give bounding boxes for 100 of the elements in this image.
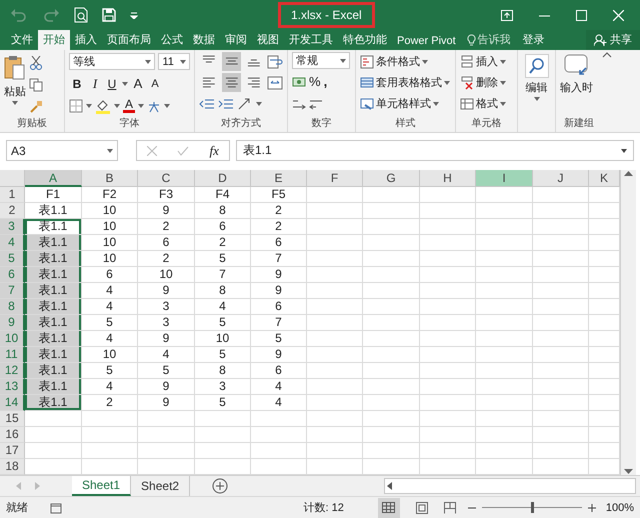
caret-icon[interactable] xyxy=(145,60,152,64)
column-header[interactable]: C xyxy=(138,170,195,187)
formula-input[interactable]: 表1.1 xyxy=(236,140,634,161)
share-button[interactable]: 共享 xyxy=(586,30,640,50)
column-header[interactable]: E xyxy=(251,170,307,187)
caret-icon[interactable] xyxy=(621,148,627,152)
style-menu-button[interactable]: 条件格式 xyxy=(376,54,420,69)
tell-me-field[interactable]: 告诉我 xyxy=(478,32,511,47)
column-header[interactable]: I xyxy=(476,170,533,187)
zoom-level[interactable]: 100% xyxy=(606,502,634,514)
row-header[interactable]: 15 xyxy=(0,411,25,427)
cells-menu-button[interactable]: 插入 xyxy=(476,54,498,69)
row-header[interactable]: 14 xyxy=(0,395,25,411)
page-layout-view-icon[interactable] xyxy=(416,502,428,514)
sign-in-link[interactable]: 登录 xyxy=(516,32,551,50)
style-icon[interactable] xyxy=(360,54,374,68)
bold-button[interactable]: B xyxy=(69,76,85,90)
cells-icon[interactable] xyxy=(460,96,474,110)
ribbon-tab[interactable]: 公式 xyxy=(156,30,188,50)
font-color-button[interactable]: A xyxy=(123,98,135,112)
ribbon-tab[interactable]: 审阅 xyxy=(220,30,252,50)
column-header[interactable]: B xyxy=(82,170,138,187)
caret-icon[interactable] xyxy=(12,101,18,105)
accounting-icon[interactable] xyxy=(292,74,306,88)
caret-icon[interactable] xyxy=(500,80,506,84)
page-break-view-icon[interactable] xyxy=(444,502,456,514)
row-header[interactable]: 13 xyxy=(0,379,25,395)
add-sheet-icon[interactable] xyxy=(212,478,228,494)
editing-button[interactable]: 编辑 xyxy=(522,52,551,101)
collapse-ribbon-icon[interactable] xyxy=(602,50,612,58)
fill-color-icon[interactable] xyxy=(95,98,111,114)
normal-view-button[interactable] xyxy=(378,498,400,518)
comma-button[interactable]: , xyxy=(324,74,332,89)
customize-icon[interactable] xyxy=(130,11,138,19)
column-header[interactable]: H xyxy=(420,170,476,187)
font-name-field[interactable]: 等线 xyxy=(69,53,156,70)
caret-icon[interactable] xyxy=(114,104,120,108)
style-icon[interactable] xyxy=(360,76,374,90)
row-header[interactable]: 1 xyxy=(0,187,25,203)
caret-icon[interactable] xyxy=(444,80,450,84)
ribbon-tab[interactable]: 视图 xyxy=(252,30,284,50)
row-header[interactable]: 12 xyxy=(0,363,25,379)
close-icon[interactable] xyxy=(613,10,624,20)
cells-icon[interactable] xyxy=(460,54,474,68)
font-size-field[interactable]: 11 xyxy=(158,53,190,70)
borders-icon[interactable] xyxy=(69,98,83,112)
percent-button[interactable]: % xyxy=(309,74,321,89)
cells-icon[interactable] xyxy=(460,76,474,90)
caret-icon[interactable] xyxy=(433,102,439,106)
italic-button[interactable]: I xyxy=(88,76,102,92)
column-header[interactable]: J xyxy=(533,170,589,187)
caret-icon[interactable] xyxy=(107,148,113,152)
row-header[interactable]: 18 xyxy=(0,459,25,475)
caret-icon[interactable] xyxy=(164,104,170,108)
caret-icon[interactable] xyxy=(86,104,92,108)
ribbon-tab[interactable]: 数据 xyxy=(188,30,220,50)
style-menu-button[interactable]: 套用表格格式 xyxy=(376,75,442,90)
maximize-icon[interactable] xyxy=(576,10,587,20)
name-box[interactable]: A3 xyxy=(6,140,118,161)
row-header[interactable]: 5 xyxy=(0,251,25,267)
ribbon-display-icon[interactable] xyxy=(501,10,513,20)
row-header[interactable]: 11 xyxy=(0,347,25,363)
macro-record-icon[interactable] xyxy=(50,502,62,514)
column-header[interactable]: A xyxy=(25,170,82,187)
ribbon-tab[interactable]: Power Pivot xyxy=(392,33,461,50)
row-header[interactable]: 7 xyxy=(0,283,25,299)
merge-icon[interactable] xyxy=(267,76,284,90)
ribbon-tab[interactable]: 文件 xyxy=(6,30,38,50)
ribbon-tab[interactable]: 插入 xyxy=(70,30,102,50)
zoom-in-icon[interactable] xyxy=(588,504,596,512)
horizontal-scrollbar[interactable] xyxy=(384,478,636,494)
print-preview-icon[interactable] xyxy=(74,7,88,23)
caret-icon[interactable] xyxy=(500,102,506,106)
row-header[interactable]: 3 xyxy=(0,219,25,235)
scroll-up-icon[interactable] xyxy=(624,170,633,176)
insert-function-button[interactable]: fx xyxy=(210,142,219,158)
copy-icon[interactable] xyxy=(29,78,43,92)
format-painter-icon[interactable] xyxy=(29,100,43,114)
row-header[interactable]: 2 xyxy=(0,203,25,219)
paste-button[interactable]: 粘贴 xyxy=(4,52,26,116)
cells-menu-button[interactable]: 删除 xyxy=(476,75,498,90)
align-icon[interactable] xyxy=(222,73,242,92)
column-header[interactable]: G xyxy=(363,170,420,187)
input-button[interactable]: 输入时 xyxy=(560,52,593,116)
lightbulb-icon[interactable] xyxy=(466,34,476,46)
row-header[interactable]: 4 xyxy=(0,235,25,251)
caret-icon[interactable] xyxy=(340,58,346,62)
zoom-slider-thumb[interactable] xyxy=(530,502,534,513)
row-header[interactable]: 9 xyxy=(0,315,25,331)
caret-icon[interactable] xyxy=(534,97,540,101)
cut-icon[interactable] xyxy=(29,56,43,70)
align-icon[interactable] xyxy=(222,52,242,71)
row-header[interactable]: 10 xyxy=(0,331,25,347)
ribbon-tab[interactable]: 开始 xyxy=(38,30,70,50)
decrease-indent-icon[interactable] xyxy=(199,96,215,110)
ribbon-tab[interactable]: 开发工具 xyxy=(284,30,338,50)
sheet-tab[interactable]: Sheet1 xyxy=(72,476,132,496)
wrap-text-icon[interactable] xyxy=(267,54,284,68)
shrink-font-button[interactable]: A xyxy=(148,78,162,90)
caret-icon[interactable] xyxy=(500,60,506,64)
